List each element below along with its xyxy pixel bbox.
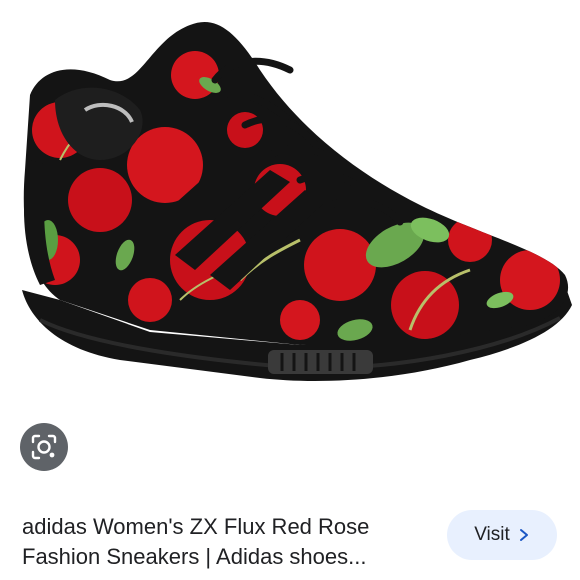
product-title-line2: Fashion Sneakers | Adidas shoes... [22, 544, 367, 569]
sole-torsion-bar [268, 350, 373, 374]
chevron-right-icon [519, 529, 528, 541]
visit-button[interactable]: Visit [447, 510, 557, 560]
product-title[interactable]: adidas Women's ZX Flux Red Rose Fashion … [22, 512, 430, 572]
lens-search-button[interactable] [20, 423, 68, 471]
lens-search-icon [31, 434, 57, 460]
sneaker-image [22, 22, 572, 381]
product-title-line1: adidas Women's ZX Flux Red Rose [22, 514, 370, 539]
product-image[interactable] [0, 0, 580, 410]
visit-label: Visit [474, 524, 510, 545]
